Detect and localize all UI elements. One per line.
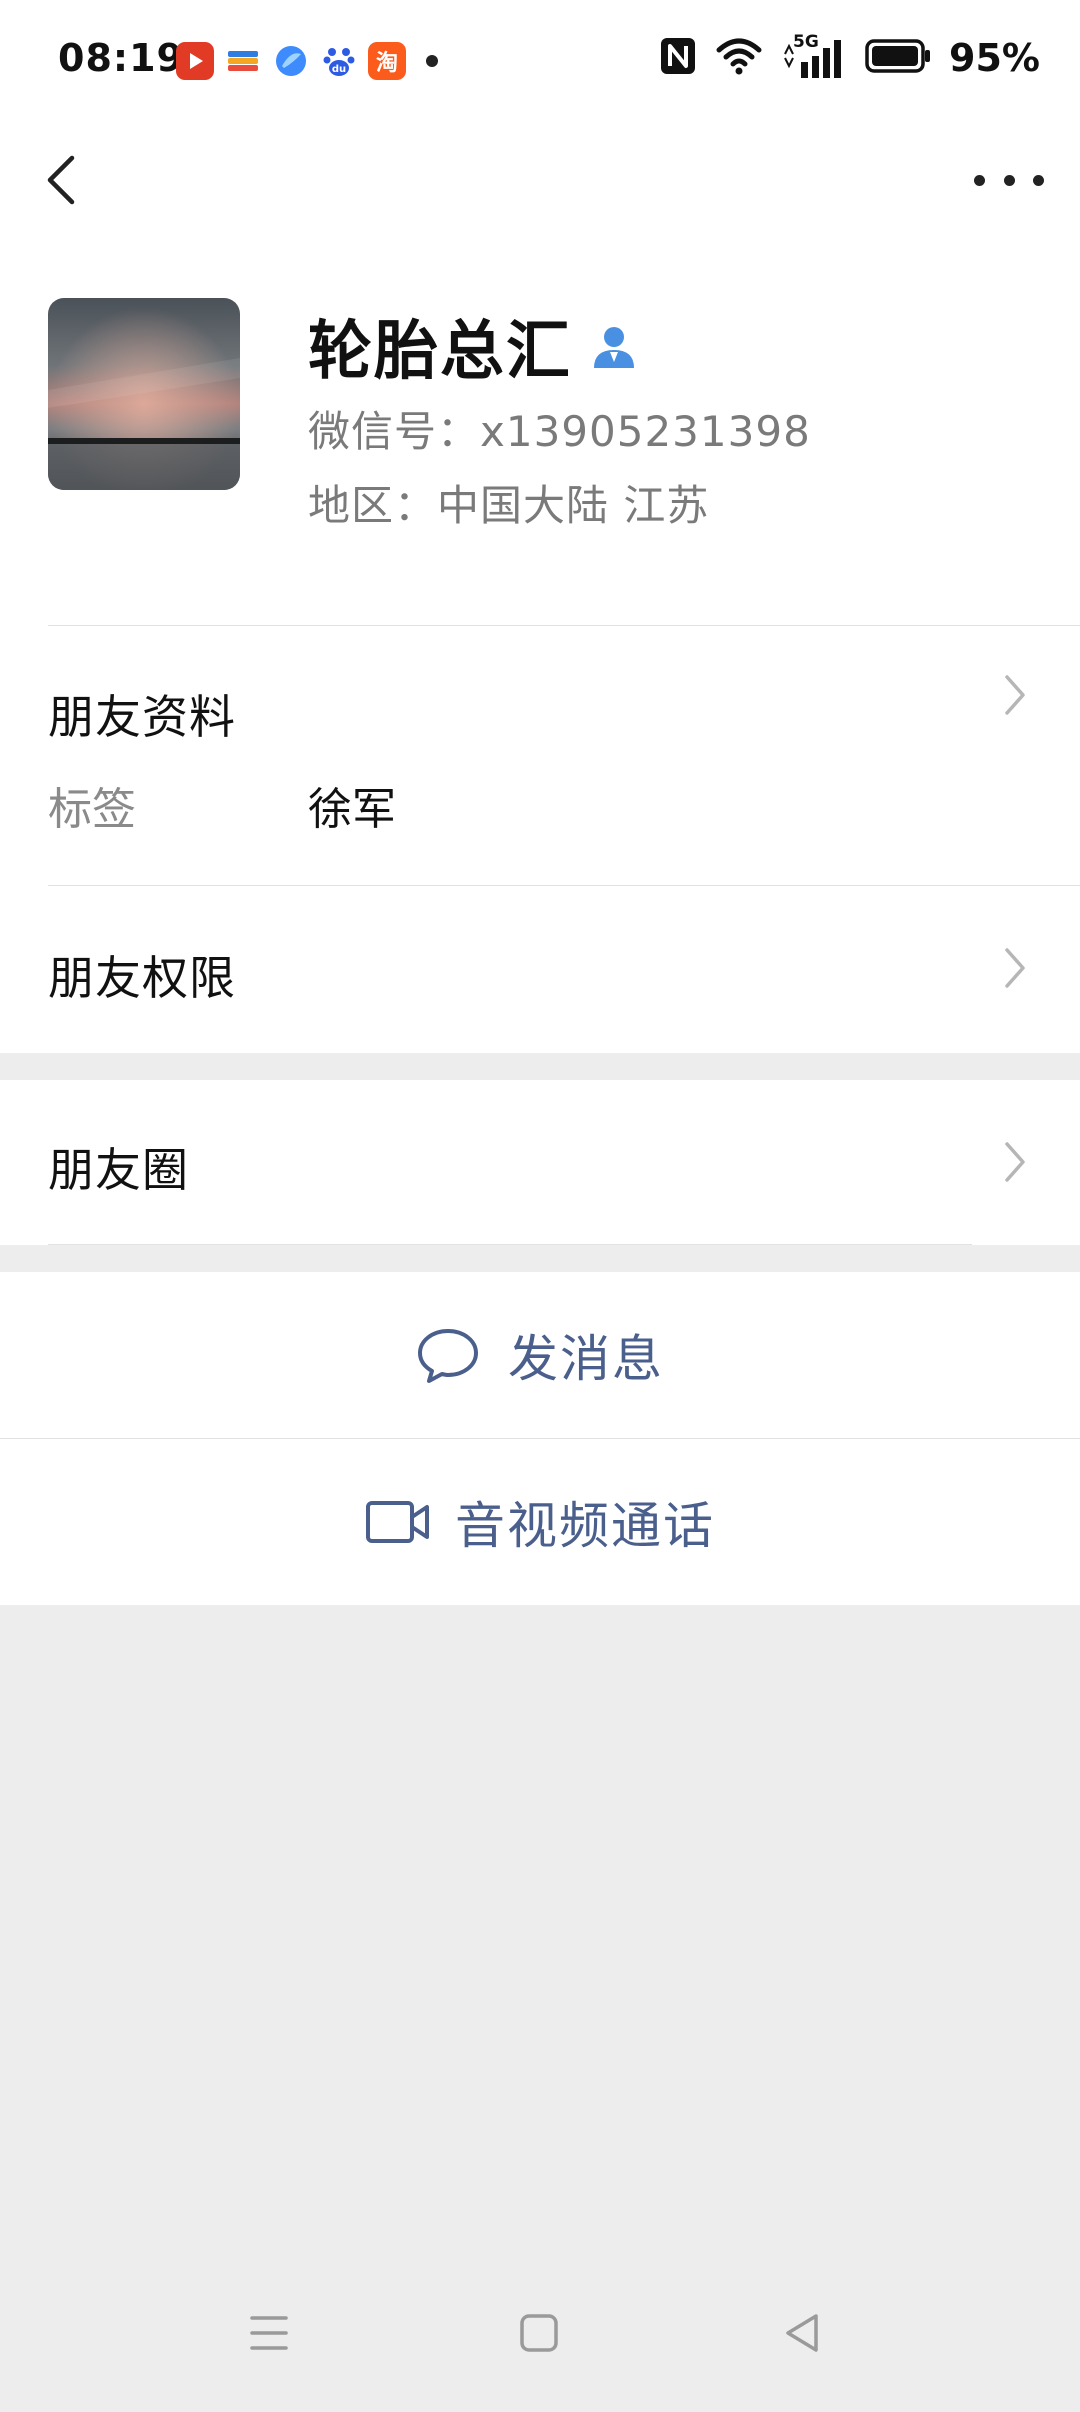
avatar[interactable] [48, 298, 240, 490]
friend-permissions-row[interactable]: 朋友权限 [0, 886, 1080, 1053]
more-options-button[interactable] [974, 150, 1044, 210]
system-back-button[interactable] [782, 2312, 824, 2358]
svg-text:du: du [332, 64, 346, 75]
square-home-icon [520, 2314, 558, 2352]
more-notifications-dot [426, 55, 438, 67]
system-icons: 5G 95% [659, 32, 1040, 80]
video-call-button[interactable]: 音视频通话 [0, 1439, 1080, 1605]
recents-button[interactable] [248, 2312, 290, 2358]
video-camera-icon [366, 1501, 429, 1543]
send-message-label: 发消息 [508, 1330, 664, 1388]
chevron-right-icon [1005, 1142, 1025, 1182]
contact-person-icon [590, 322, 638, 370]
menu-lines-icon [250, 2316, 288, 2350]
notification-icons: du 淘 [176, 42, 438, 80]
chevron-right-icon [1005, 675, 1025, 715]
wechat-id: 微信号：x13905231398 [308, 407, 811, 456]
profile-header: 轮胎总汇 微信号：x13905231398 地区：中国大陆 江苏 [0, 240, 1080, 625]
chat-bubble-icon [418, 1329, 478, 1383]
video-call-label: 音视频通话 [455, 1497, 715, 1555]
friend-info-title: 朋友资料 [48, 690, 236, 744]
nfc-icon [659, 36, 697, 80]
more-dot-icon [1003, 174, 1015, 186]
browser-icon [272, 42, 310, 80]
moments-row[interactable]: 朋友圈 [0, 1080, 1080, 1245]
battery-percent: 95% [949, 36, 1040, 80]
wallet-icon [224, 42, 262, 80]
wifi-icon [715, 36, 763, 80]
tag-label: 标签 [48, 784, 136, 835]
home-button[interactable] [518, 2312, 560, 2358]
battery-icon [865, 38, 931, 78]
more-dot-icon [1033, 174, 1044, 186]
video-app-icon [176, 42, 214, 80]
back-button[interactable] [38, 150, 98, 210]
tag-value: 徐军 [308, 784, 396, 835]
more-dot-icon [974, 174, 985, 186]
signal-5g-icon: 5G [781, 32, 847, 80]
divider [48, 1244, 972, 1245]
triangle-back-icon [786, 2314, 818, 2352]
nav-bar [0, 120, 1080, 240]
status-time: 08:19 [58, 36, 184, 80]
send-message-button[interactable]: 发消息 [0, 1272, 1080, 1438]
friend-settings-section: 朋友资料 标签 徐军 朋友权限 [0, 625, 1080, 1053]
system-navigation-bar [0, 2272, 1080, 2412]
friend-info-row[interactable]: 朋友资料 标签 徐军 [0, 625, 1080, 885]
baidu-icon: du [320, 42, 358, 80]
name-row: 轮胎总汇 [308, 300, 638, 392]
chevron-left-icon [47, 155, 75, 205]
region: 地区：中国大陆 江苏 [308, 481, 710, 530]
contact-name: 轮胎总汇 [308, 315, 572, 389]
status-bar: 08:19 du 淘 5G 95% [0, 0, 1080, 120]
friend-permissions-title: 朋友权限 [48, 951, 236, 1005]
moments-title: 朋友圈 [48, 1143, 189, 1197]
chevron-right-icon [1005, 948, 1025, 988]
taobao-icon: 淘 [368, 42, 406, 80]
